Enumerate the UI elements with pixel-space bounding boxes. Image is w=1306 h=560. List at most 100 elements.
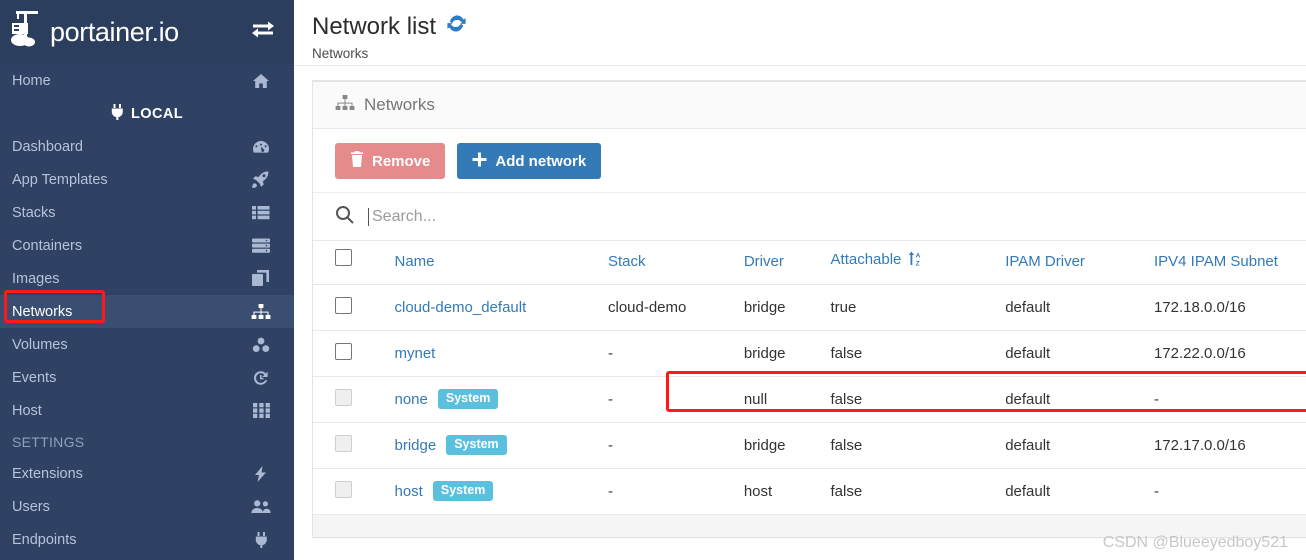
main-content: Network list Networks Networks Remove Ad… [294, 0, 1306, 560]
sidebar-item-home[interactable]: Home [0, 64, 294, 97]
row-ipam-driver-cell: default [1005, 330, 1154, 377]
row-stack-cell: - [607, 376, 744, 423]
tachometer-icon [250, 138, 272, 156]
users-icon [250, 498, 272, 516]
remove-button[interactable]: Remove [335, 143, 446, 179]
network-name-link[interactable]: cloud-demo_default [395, 299, 527, 316]
network-name-link[interactable]: none [395, 391, 428, 408]
sidebar-item-label: App Templates [12, 171, 108, 188]
svg-text:Z: Z [915, 260, 919, 266]
network-name-link[interactable]: mynet [395, 345, 436, 362]
row-select-cell [313, 468, 395, 515]
row-ipam-driver-cell: default [1005, 284, 1154, 331]
row-driver-cell: host [743, 468, 831, 515]
table-header-row: Name Stack Driver Attachable A Z IPAM Dr… [313, 241, 1306, 285]
row-checkbox [335, 388, 352, 406]
sidebar-item-dashboard[interactable]: Dashboard [0, 130, 294, 163]
sitemap-icon [250, 303, 272, 321]
row-name-cell: cloud-demo_default [394, 284, 608, 331]
table-row[interactable]: bridge System - bridge false default 172… [313, 422, 1306, 469]
plug-icon [111, 103, 124, 124]
sidebar-item-label: Stacks [12, 204, 56, 221]
sidebar-item-endpoints[interactable]: Endpoints [0, 523, 294, 556]
row-subnet-cell: 172.18.0.0/16 [1153, 284, 1306, 331]
column-header-name[interactable]: Name [394, 241, 608, 285]
row-attachable-cell: false [830, 468, 1006, 515]
column-header-ipam-driver[interactable]: IPAM Driver [1005, 241, 1154, 285]
search-icon [335, 205, 354, 229]
sidebar-item-label: Dashboard [12, 138, 83, 155]
select-all-header [313, 241, 395, 285]
exchange-arrows-icon[interactable] [250, 19, 276, 46]
network-name-link[interactable]: host [395, 483, 423, 500]
sidebar-item-label: Containers [12, 237, 83, 254]
clone-icon [250, 270, 272, 288]
search-input[interactable] [368, 207, 1008, 226]
page-title-text: Network list [312, 13, 437, 40]
column-header-attachable[interactable]: Attachable A Z [830, 241, 1006, 285]
svg-text:A: A [915, 253, 920, 260]
row-ipam-driver-cell: default [1005, 468, 1154, 515]
sidebar-item-partial[interactable] [0, 556, 294, 560]
sidebar-item-label: Extensions [12, 465, 83, 482]
sidebar-item-app-templates[interactable]: App Templates [0, 163, 294, 196]
row-attachable-cell: false [830, 422, 1006, 469]
row-checkbox [335, 434, 352, 452]
add-network-button-label: Add network [495, 152, 587, 170]
remove-button-label: Remove [372, 152, 431, 170]
sidebar-item-label: Host [12, 402, 42, 419]
sidebar-local-label: LOCAL [131, 105, 183, 122]
sidebar-item-extensions[interactable]: Extensions [0, 457, 294, 490]
row-name-cell: bridge System [394, 422, 608, 469]
sidebar-item-host[interactable]: Host [0, 394, 294, 427]
sidebar-item-label: Home [12, 72, 51, 89]
row-driver-cell: bridge [743, 330, 831, 377]
refresh-sync-icon[interactable] [445, 12, 468, 42]
table-row[interactable]: mynet - bridge false default 172.22.0.0/… [313, 330, 1306, 377]
row-stack-cell: cloud-demo [607, 284, 744, 331]
row-checkbox[interactable] [335, 296, 352, 314]
row-attachable-cell: true [830, 284, 1006, 331]
rocket-icon [250, 171, 272, 189]
sidebar-item-users[interactable]: Users [0, 490, 294, 523]
trash-icon [350, 151, 364, 171]
home-icon [250, 72, 272, 90]
select-all-checkbox[interactable] [335, 249, 352, 266]
sidebar-item-networks[interactable]: Networks [0, 295, 294, 328]
column-header-attachable-label: Attachable [830, 251, 902, 268]
row-select-cell [313, 330, 395, 377]
sidebar-item-label: Users [12, 498, 50, 515]
cubes-icon [250, 336, 272, 354]
row-name-cell: mynet [394, 330, 608, 377]
sidebar-item-containers[interactable]: Containers [0, 229, 294, 262]
table-row[interactable]: none System - null false default - - [313, 376, 1306, 423]
column-header-driver[interactable]: Driver [743, 241, 831, 285]
sidebar-section-settings: SETTINGS [12, 434, 85, 450]
row-select-cell [313, 284, 395, 331]
sort-alpha-asc-icon[interactable]: A Z [908, 251, 924, 272]
sidebar: portainer.io Home LOCAL Dashboard App Te… [0, 0, 294, 560]
row-name-cell: none System [394, 376, 608, 423]
row-subnet-cell: 172.22.0.0/16 [1153, 330, 1306, 377]
list-icon [250, 204, 272, 222]
table-header: Name Stack Driver Attachable A Z IPAM Dr… [313, 241, 1306, 285]
sidebar-item-label: Endpoints [12, 531, 77, 548]
column-header-subnet[interactable]: IPV4 IPAM Subnet [1153, 241, 1306, 285]
sidebar-item-events[interactable]: Events [0, 361, 294, 394]
table-row[interactable]: cloud-demo_default cloud-demo bridge tru… [313, 284, 1306, 331]
add-network-button[interactable]: Add network [457, 143, 602, 179]
column-header-stack[interactable]: Stack [607, 241, 744, 285]
row-subnet-cell: - [1153, 376, 1306, 423]
sidebar-item-volumes[interactable]: Volumes [0, 328, 294, 361]
table-row[interactable]: host System - host false default - - [313, 468, 1306, 515]
sidebar-item-stacks[interactable]: Stacks [0, 196, 294, 229]
row-stack-cell: - [607, 422, 744, 469]
sidebar-item-images[interactable]: Images [0, 262, 294, 295]
table-body: cloud-demo_default cloud-demo bridge tru… [313, 284, 1306, 515]
brand-title: portainer.io [50, 16, 179, 47]
network-name-link[interactable]: bridge [395, 437, 437, 454]
history-icon [250, 369, 272, 387]
row-checkbox[interactable] [335, 342, 352, 360]
status-badge: System [432, 481, 494, 502]
sidebar-item-label: Images [12, 270, 60, 287]
